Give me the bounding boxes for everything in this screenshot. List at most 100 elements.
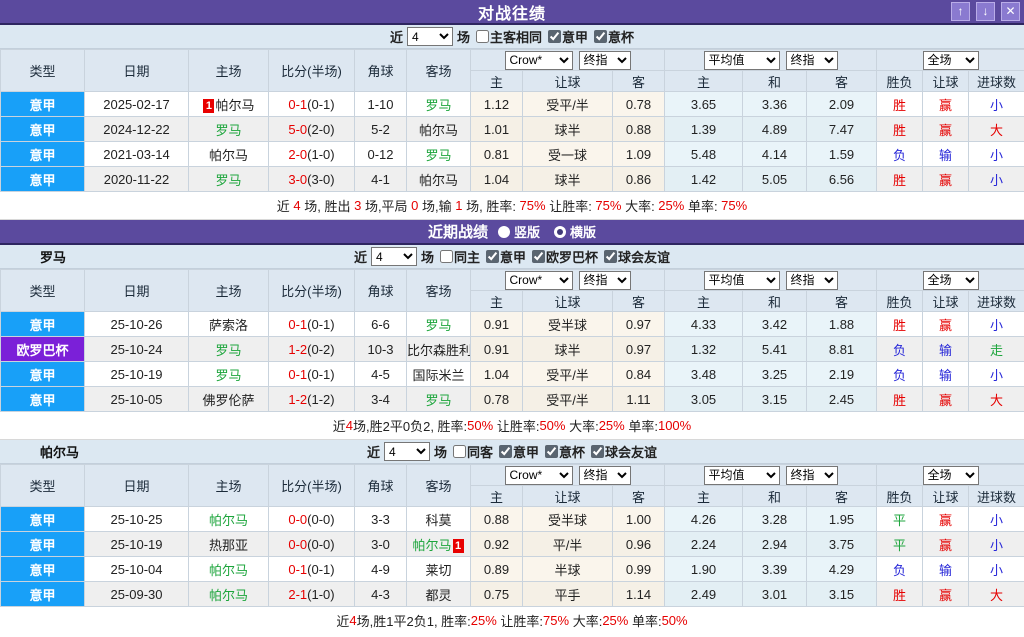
- odds-cell: 4.29: [807, 557, 877, 582]
- average-odds-select[interactable]: 平均值: [704, 51, 780, 70]
- checkbox-input[interactable]: [594, 30, 607, 43]
- match-row: 意甲25-10-19罗马0-1(0-1)4-5国际米兰1.04受平/半0.843…: [1, 362, 1024, 387]
- final-odds-select-1[interactable]: 终指: [579, 466, 631, 485]
- summary-segment: 75%: [721, 198, 747, 213]
- odds-cell: 2.19: [807, 362, 877, 387]
- team-cell: 帕尔马: [407, 117, 471, 142]
- match-count-select[interactable]: 4: [384, 442, 430, 461]
- filter-checkbox-主客相同[interactable]: 主客相同: [476, 27, 542, 46]
- layout-radio-横版[interactable]: 横版: [554, 222, 596, 241]
- score-cell: 0-1(0-1): [269, 92, 355, 117]
- filter-checkbox-欧罗巴杯[interactable]: 欧罗巴杯: [532, 247, 598, 266]
- team-cell: 科莫: [407, 507, 471, 532]
- col-1x2-draw: 和: [743, 291, 807, 312]
- filter-checkbox-同主[interactable]: 同主: [440, 247, 480, 266]
- filter-checkbox-同客[interactable]: 同客: [453, 442, 493, 461]
- corner-cell: 3-4: [355, 387, 407, 412]
- radio-icon[interactable]: [498, 226, 510, 238]
- summary-segment: 让胜率:: [493, 416, 539, 435]
- odds-cell: 0.97: [613, 312, 665, 337]
- team-name: 罗马: [425, 98, 451, 113]
- parma-filter-bar: 帕尔马 近4场同客意甲意杯球会友谊: [0, 440, 1024, 464]
- recent-results-title: 近期战绩: [428, 221, 488, 242]
- date-cell: 2025-02-17: [85, 92, 189, 117]
- odds-source-select[interactable]: Crow*: [505, 466, 573, 485]
- score-cell: 2-0(1-0): [269, 142, 355, 167]
- col-ah-away: 客: [613, 486, 665, 507]
- checkbox-input[interactable]: [486, 250, 499, 263]
- move-down-icon[interactable]: ↓: [976, 2, 995, 21]
- summary-segment: 25%: [599, 418, 625, 433]
- match-count-select[interactable]: 4: [371, 247, 417, 266]
- match-row: 意甲25-10-05佛罗伦萨1-2(1-2)3-4罗马0.78受平/半1.113…: [1, 387, 1024, 412]
- filter-checkbox-球会友谊[interactable]: 球会友谊: [591, 442, 657, 461]
- team-name: 帕尔马: [215, 98, 254, 113]
- odds-cell: 半球: [523, 557, 613, 582]
- result-cell: 负: [877, 362, 923, 387]
- odds-cell: 球半: [523, 167, 613, 192]
- checkbox-input[interactable]: [499, 445, 512, 458]
- odds-source-select[interactable]: Crow*: [505, 271, 573, 290]
- league-cell: 意甲: [1, 387, 85, 412]
- checkbox-input[interactable]: [604, 250, 617, 263]
- odds-source-select[interactable]: Crow*: [505, 51, 573, 70]
- final-odds-select-1[interactable]: 终指: [579, 271, 631, 290]
- result-cell: 赢: [923, 117, 969, 142]
- col-ah-home: 主: [471, 291, 523, 312]
- filter-checkbox-意杯[interactable]: 意杯: [594, 27, 634, 46]
- red-card-badge: 1: [203, 99, 214, 113]
- checkbox-input[interactable]: [545, 445, 558, 458]
- checkbox-input[interactable]: [476, 30, 489, 43]
- final-odds-select-2[interactable]: 终指: [786, 466, 838, 485]
- odds-cell: 0.92: [471, 532, 523, 557]
- full-match-select[interactable]: 全场: [923, 51, 979, 70]
- radio-icon[interactable]: [554, 226, 566, 238]
- checkbox-input[interactable]: [591, 445, 604, 458]
- col-ah-away: 客: [613, 71, 665, 92]
- col-ah-line: 让球: [523, 71, 613, 92]
- summary-segment: 场, 胜率:: [462, 196, 519, 215]
- roma-recent-table: 类型 日期 主场 比分(半场) 角球 客场 Crow* 终指 平均值 终指 全场…: [0, 269, 1024, 412]
- average-odds-select[interactable]: 平均值: [704, 466, 780, 485]
- full-match-select[interactable]: 全场: [923, 271, 979, 290]
- full-match-select[interactable]: 全场: [923, 466, 979, 485]
- average-odds-select[interactable]: 平均值: [704, 271, 780, 290]
- h2h-filter-bar: 近4场主客相同意甲意杯: [0, 25, 1024, 49]
- final-odds-select-2[interactable]: 终指: [786, 51, 838, 70]
- summary-segment: 25%: [471, 613, 497, 628]
- summary-segment: 近: [336, 611, 349, 630]
- move-up-icon[interactable]: ↑: [951, 2, 970, 21]
- odds-cell: 4.33: [665, 312, 743, 337]
- filter-checkbox-球会友谊[interactable]: 球会友谊: [604, 247, 670, 266]
- filter-checkbox-意甲[interactable]: 意甲: [486, 247, 526, 266]
- odds-cell: 5.05: [743, 167, 807, 192]
- league-cell: 欧罗巴杯: [1, 337, 85, 362]
- summary-segment: 让胜率:: [546, 196, 596, 215]
- final-odds-select-2[interactable]: 终指: [786, 271, 838, 290]
- match-row: 意甲25-10-19热那亚0-0(0-0)3-0帕尔马10.92平/半0.962…: [1, 532, 1024, 557]
- odds-cell: 3.05: [665, 387, 743, 412]
- close-icon[interactable]: ✕: [1001, 2, 1020, 21]
- result-cell: 大: [969, 582, 1024, 607]
- final-odds-select-1[interactable]: 终指: [579, 51, 631, 70]
- odds-cell: 2.45: [807, 387, 877, 412]
- checkbox-input[interactable]: [548, 30, 561, 43]
- checkbox-input[interactable]: [453, 445, 466, 458]
- checkbox-input[interactable]: [440, 250, 453, 263]
- near-label: 近: [367, 442, 380, 461]
- team-name: 罗马: [215, 368, 241, 383]
- odds-cell: 0.88: [613, 117, 665, 142]
- col-type: 类型: [1, 270, 85, 312]
- odds-cell: 3.36: [743, 92, 807, 117]
- match-count-select[interactable]: 4: [407, 27, 453, 46]
- corner-cell: 10-3: [355, 337, 407, 362]
- odds-cell: 3.75: [807, 532, 877, 557]
- col-score: 比分(半场): [269, 50, 355, 92]
- summary-segment: 大率:: [621, 196, 658, 215]
- corner-cell: 4-1: [355, 167, 407, 192]
- filter-checkbox-意甲[interactable]: 意甲: [548, 27, 588, 46]
- layout-radio-竖版[interactable]: 竖版: [498, 222, 540, 241]
- filter-checkbox-意杯[interactable]: 意杯: [545, 442, 585, 461]
- filter-checkbox-意甲[interactable]: 意甲: [499, 442, 539, 461]
- checkbox-input[interactable]: [532, 250, 545, 263]
